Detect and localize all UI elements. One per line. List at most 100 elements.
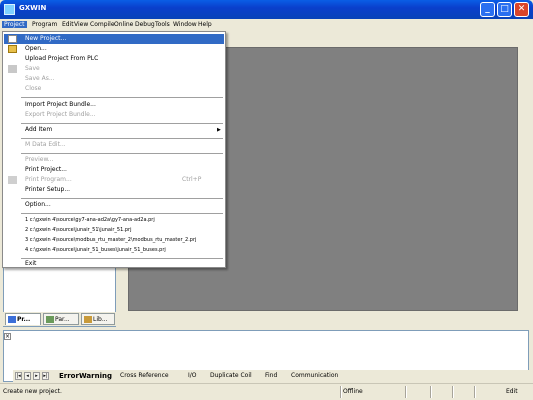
maximize-button[interactable]: □ — [497, 2, 512, 17]
close-button[interactable]: ✕ — [514, 2, 529, 17]
parameters-tab-icon — [46, 316, 54, 323]
menu-printer-setup-label: Printer Setup... — [25, 186, 71, 193]
menu-close-label: Close — [25, 85, 42, 92]
menu-edit[interactable]: Edit — [62, 21, 74, 28]
recent-1-label: 1 c:\gxwin 4\source\gy7-ana-ad2a\gy7-ana… — [25, 217, 155, 223]
tab-project[interactable]: Pr... — [5, 313, 41, 325]
menu-save-as[interactable]: Save As... — [4, 74, 224, 84]
menu-help[interactable]: Help — [198, 21, 212, 28]
save-icon — [8, 65, 17, 73]
menu-upload-label: Upload Project From PLC — [25, 55, 99, 62]
menu-preview[interactable]: Preview... — [4, 155, 224, 165]
window-title: GXWIN — [19, 4, 47, 12]
tab-find[interactable]: Find — [265, 371, 277, 381]
output-tabs: |◂ ◂ ▸ ▸| ErrorWarning Cross Reference I… — [13, 370, 529, 382]
next-tab-icon[interactable]: ▸ — [33, 372, 40, 380]
menu-new-project-label: New Project... — [25, 35, 67, 42]
menu-export-bundle[interactable]: Export Project Bundle... — [4, 110, 224, 120]
menu-open-label: Open... — [25, 45, 47, 52]
menu-debug[interactable]: Debug — [135, 21, 155, 28]
menu-project[interactable]: Project — [2, 21, 27, 28]
menu-import-bundle[interactable]: Import Project Bundle... — [4, 100, 224, 110]
menu-recent-1[interactable]: 1 c:\gxwin 4\source\gy7-ana-ad2a\gy7-ana… — [4, 215, 224, 225]
menu-export-bundle-label: Export Project Bundle... — [25, 111, 96, 118]
recent-3-label: 3 c:\gxwin 4\source\modbus_rtu_master_2\… — [25, 237, 197, 243]
menu-print-project[interactable]: Print Project... — [4, 165, 224, 175]
menu-save[interactable]: Save — [4, 64, 224, 74]
menu-compile[interactable]: Compile — [90, 21, 115, 28]
menu-separator — [21, 97, 223, 98]
menu-new-project[interactable]: New Project... — [4, 34, 224, 44]
print-shortcut: Ctrl+P — [182, 176, 202, 183]
menu-program[interactable]: Program — [32, 21, 57, 28]
tab-library[interactable]: Lib... — [81, 313, 115, 325]
menu-exit-label: Exit — [25, 260, 37, 267]
output-close-icon[interactable]: × — [4, 333, 11, 340]
app-icon — [4, 4, 15, 15]
tab-parameters[interactable]: Par... — [43, 313, 79, 325]
menu-online[interactable]: Online — [114, 21, 133, 28]
submenu-arrow-icon: ▶ — [217, 127, 221, 133]
menu-open[interactable]: Open... — [4, 44, 224, 54]
status-divider — [340, 386, 342, 398]
menu-mdata-edit[interactable]: M Data Edit... — [4, 140, 224, 150]
menu-save-label: Save — [25, 65, 40, 72]
menu-exit[interactable]: Exit — [4, 259, 224, 269]
menu-preview-label: Preview... — [25, 156, 54, 163]
menu-option[interactable]: Option... — [4, 200, 224, 210]
menu-view[interactable]: View — [74, 21, 88, 28]
minimize-button[interactable]: _ — [480, 2, 495, 17]
tab-cross-reference[interactable]: Cross Reference — [120, 371, 169, 381]
status-divider — [474, 386, 476, 398]
title-bar[interactable]: GXWIN _ □ ✕ — [0, 0, 533, 19]
library-tab-icon — [84, 316, 92, 323]
prev-tab-icon[interactable]: ◂ — [24, 372, 31, 380]
status-message: Create new project. — [3, 388, 62, 395]
menu-separator — [21, 213, 223, 214]
menu-separator — [21, 138, 223, 139]
menu-separator — [21, 198, 223, 199]
menu-print-project-label: Print Project... — [25, 166, 67, 173]
tab-io[interactable]: I/O — [188, 371, 197, 381]
status-divider — [405, 386, 407, 398]
tab-library-label: Lib... — [93, 316, 108, 323]
recent-2-label: 2 c:\gxwin 4\source\junair_51\junair_51.… — [25, 227, 132, 233]
tab-errorwarning[interactable]: ErrorWarning — [59, 371, 112, 381]
menu-add-item-label: Add Item — [25, 126, 53, 133]
left-panel-tabs: Pr... Par... Lib... — [3, 312, 116, 326]
menu-upload-project[interactable]: Upload Project From PLC — [4, 54, 224, 64]
tab-communication[interactable]: Communication — [291, 371, 338, 381]
menu-recent-2[interactable]: 2 c:\gxwin 4\source\junair_51\junair_51.… — [4, 225, 224, 235]
menu-recent-4[interactable]: 4 c:\gxwin 4\source\junair_51_buses\juna… — [4, 245, 224, 255]
status-bar: Create new project. Offline Edit — [0, 383, 533, 400]
new-file-icon — [8, 35, 17, 43]
menu-separator — [21, 153, 223, 154]
menu-separator — [21, 123, 223, 124]
project-tab-icon — [8, 316, 16, 323]
status-connection: Offline — [343, 388, 363, 395]
status-divider — [430, 386, 432, 398]
menu-tools[interactable]: Tools — [155, 21, 170, 28]
first-tab-icon[interactable]: |◂ — [15, 372, 22, 380]
tab-duplicate-coil[interactable]: Duplicate Coil — [210, 371, 252, 381]
menu-close[interactable]: Close — [4, 84, 224, 94]
app-window: GXWIN _ □ ✕ Project Program Edit View Co… — [0, 0, 533, 400]
menu-window[interactable]: Window — [173, 21, 197, 28]
printer-icon — [8, 176, 17, 184]
menu-add-item[interactable]: Add Item ▶ — [4, 125, 224, 135]
tab-project-label: Pr... — [17, 316, 31, 323]
project-menu-dropdown: New Project... Open... Upload Project Fr… — [2, 31, 226, 268]
status-divider — [452, 386, 454, 398]
recent-4-label: 4 c:\gxwin 4\source\junair_51_buses\juna… — [25, 247, 166, 253]
tab-parameters-label: Par... — [55, 316, 70, 323]
menu-bar: Project Program Edit View Compile Online… — [0, 19, 533, 31]
status-mode: Edit — [506, 388, 518, 395]
menu-save-as-label: Save As... — [25, 75, 55, 82]
menu-recent-3[interactable]: 3 c:\gxwin 4\source\modbus_rtu_master_2\… — [4, 235, 224, 245]
menu-import-bundle-label: Import Project Bundle... — [25, 101, 96, 108]
menu-print-program[interactable]: Print Program... Ctrl+P — [4, 175, 224, 185]
menu-mdata-edit-label: M Data Edit... — [25, 141, 66, 148]
menu-print-program-label: Print Program... — [25, 176, 72, 183]
menu-printer-setup[interactable]: Printer Setup... — [4, 185, 224, 195]
last-tab-icon[interactable]: ▸| — [42, 372, 49, 380]
